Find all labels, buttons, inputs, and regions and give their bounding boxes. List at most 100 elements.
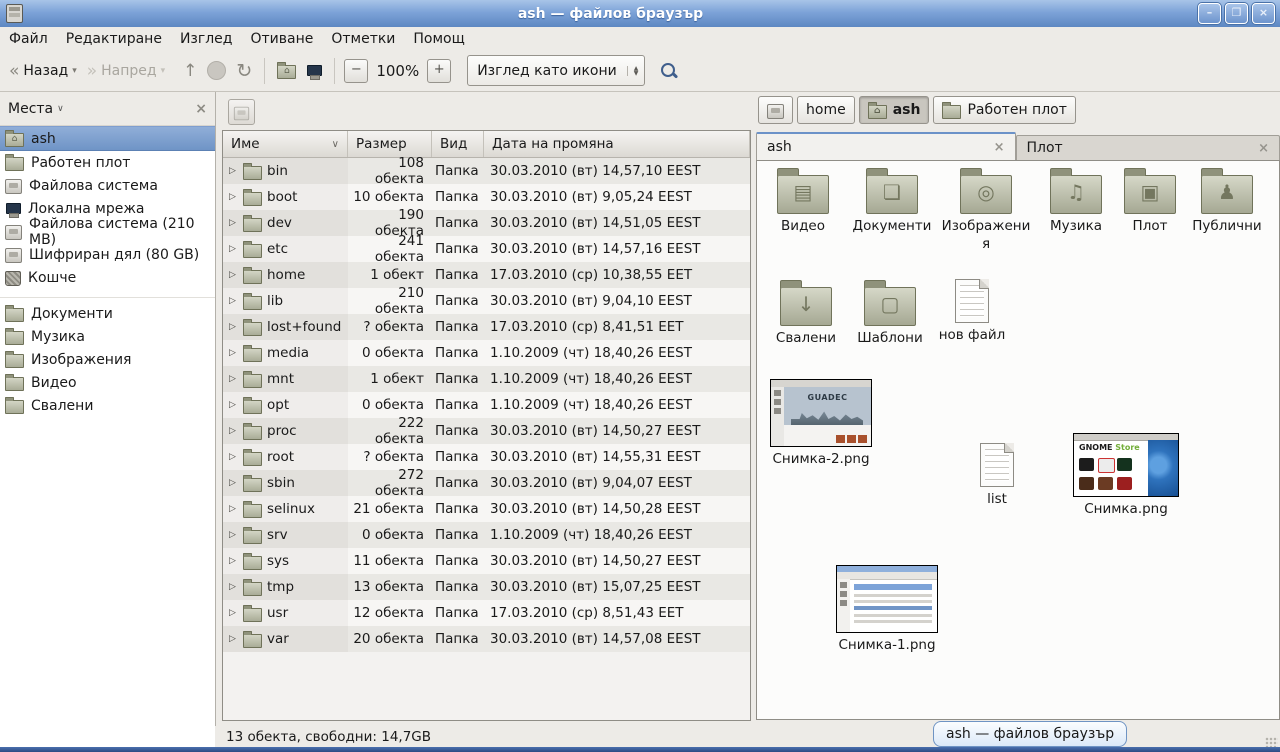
expander-icon[interactable]: ▷ <box>229 478 238 488</box>
table-row-mnt[interactable]: ▷mnt1 обектПапка1.10.2009 (чт) 18,40,26 … <box>223 366 750 392</box>
table-row-srv[interactable]: ▷srv0 обектаПапка1.10.2009 (чт) 18,40,26… <box>223 522 750 548</box>
sidebar-item-Кошче[interactable]: Кошче <box>0 266 215 289</box>
expander-icon[interactable]: ▷ <box>229 556 238 566</box>
icon-item-Документи[interactable]: ❏Документи <box>849 167 935 235</box>
table-row-tmp[interactable]: ▷tmp13 обектаПапка30.03.2010 (вт) 15,07,… <box>223 574 750 600</box>
icon-item-Снимка.png[interactable]: GNOME StoreСнимка.png <box>1071 433 1181 518</box>
view-mode-select[interactable]: Изглед като икони ▲▼ <box>467 55 645 86</box>
sidebar-header[interactable]: Места ∨ × <box>0 92 215 126</box>
column-header-Дата на промяна[interactable]: Дата на промяна <box>484 131 750 157</box>
computer-button[interactable] <box>301 59 327 82</box>
icon-item-нов файл[interactable]: нов файл <box>933 279 1011 344</box>
table-row-etc[interactable]: ▷etc241 обектаПапка30.03.2010 (вт) 14,57… <box>223 236 750 262</box>
column-header-Вид[interactable]: Вид <box>432 131 484 157</box>
expander-icon[interactable]: ▷ <box>229 270 238 280</box>
icon-item-Публични[interactable]: ♟Публични <box>1185 167 1269 235</box>
table-row-lost+found[interactable]: ▷lost+found? обектаПапка17.03.2010 (ср) … <box>223 314 750 340</box>
column-header-Име[interactable]: Име∨ <box>223 131 348 157</box>
expander-icon[interactable]: ▷ <box>229 426 238 436</box>
up-button[interactable]: ↑ <box>178 60 202 82</box>
tab-close-icon[interactable]: × <box>1248 141 1269 156</box>
icon-view[interactable]: ▤Видео❏Документи◎Изображения♫Музика▣Плот… <box>756 160 1280 720</box>
table-row-lib[interactable]: ▷lib210 обектаПапка30.03.2010 (вт) 9,04,… <box>223 288 750 314</box>
root-location-button[interactable] <box>228 99 255 125</box>
table-row-dev[interactable]: ▷dev190 обектаПапка30.03.2010 (вт) 14,51… <box>223 210 750 236</box>
expander-icon[interactable]: ▷ <box>229 634 238 644</box>
forward-button[interactable]: » Напред ▾ <box>82 59 170 83</box>
icon-item-list[interactable]: list <box>961 443 1033 508</box>
expander-icon[interactable]: ▷ <box>229 192 238 202</box>
menu-item-Отметки[interactable]: Отметки <box>322 29 404 49</box>
close-button[interactable]: × <box>1252 3 1275 24</box>
tab-close-icon[interactable]: × <box>984 140 1005 155</box>
expander-icon[interactable]: ▷ <box>229 322 238 332</box>
tab-ash[interactable]: ash× <box>756 132 1016 160</box>
sidebar-item-Документи[interactable]: Документи <box>0 302 215 325</box>
icon-item-Музика[interactable]: ♫Музика <box>1037 167 1115 235</box>
titlebar[interactable]: ash — файлов браузър – ❐ × <box>0 0 1280 28</box>
breadcrumb-root[interactable] <box>758 96 793 124</box>
table-row-media[interactable]: ▷media0 обектаПапка1.10.2009 (чт) 18,40,… <box>223 340 750 366</box>
column-header-Размер[interactable]: Размер <box>348 131 432 157</box>
breadcrumb-ash[interactable]: ⌂ash <box>859 96 930 124</box>
table-row-usr[interactable]: ▷usr12 обектаПапка17.03.2010 (ср) 8,51,4… <box>223 600 750 626</box>
breadcrumb-home[interactable]: home <box>797 96 855 124</box>
menu-item-Помощ[interactable]: Помощ <box>404 29 473 49</box>
expander-icon[interactable]: ▷ <box>229 166 238 176</box>
table-row-home[interactable]: ▷home1 обектПапка17.03.2010 (ср) 10,38,5… <box>223 262 750 288</box>
maximize-button[interactable]: ❐ <box>1225 3 1248 24</box>
table-row-sbin[interactable]: ▷sbin272 обектаПапка30.03.2010 (вт) 9,04… <box>223 470 750 496</box>
reload-button[interactable]: ↻ <box>231 60 257 82</box>
expander-icon[interactable]: ▷ <box>229 400 238 410</box>
tab-Плот[interactable]: Плот× <box>1016 135 1280 160</box>
stop-button[interactable] <box>202 57 231 84</box>
icon-item-Шаблони[interactable]: ▢Шаблони <box>851 279 929 347</box>
icon-item-Видео[interactable]: ▤Видео <box>763 167 843 235</box>
icon-item-Свалени[interactable]: ↓Свалени <box>767 279 845 347</box>
table-row-proc[interactable]: ▷proc222 обектаПапка30.03.2010 (вт) 14,5… <box>223 418 750 444</box>
sidebar-item-Файлова система[interactable]: Файлова система <box>0 174 215 197</box>
expander-icon[interactable]: ▷ <box>229 218 238 228</box>
icon-item-Изображения[interactable]: ◎Изображения <box>941 167 1031 253</box>
zoom-in-button[interactable]: + <box>427 59 451 83</box>
expander-icon[interactable]: ▷ <box>229 608 238 618</box>
menu-item-Изглед[interactable]: Изглед <box>171 29 242 49</box>
expander-icon[interactable]: ▷ <box>229 530 238 540</box>
table-row-sys[interactable]: ▷sys11 обектаПапка30.03.2010 (вт) 14,50,… <box>223 548 750 574</box>
icon-item-Снимка-1.png[interactable]: Снимка-1.png <box>831 565 943 654</box>
table-row-root[interactable]: ▷root? обектаПапка30.03.2010 (вт) 14,55,… <box>223 444 750 470</box>
sidebar-item-Свалени[interactable]: Свалени <box>0 394 215 417</box>
menu-item-Редактиране[interactable]: Редактиране <box>57 29 171 49</box>
expander-icon[interactable]: ▷ <box>229 348 238 358</box>
expander-icon[interactable]: ▷ <box>229 452 238 462</box>
sidebar-item-ash[interactable]: ⌂ash <box>0 126 215 151</box>
expander-icon[interactable]: ▷ <box>229 582 238 592</box>
zoom-out-button[interactable]: − <box>344 59 368 83</box>
expander-icon[interactable]: ▷ <box>229 244 238 254</box>
search-icon[interactable] <box>661 63 676 78</box>
sidebar-item-Изображения[interactable]: Изображения <box>0 348 215 371</box>
table-row-opt[interactable]: ▷opt0 обектаПапка1.10.2009 (чт) 18,40,26… <box>223 392 750 418</box>
expander-icon[interactable]: ▷ <box>229 504 238 514</box>
icon-item-Плот[interactable]: ▣Плот <box>1119 167 1181 235</box>
back-history-chevron-icon[interactable]: ▾ <box>72 66 77 76</box>
expander-icon[interactable]: ▷ <box>229 296 238 306</box>
table-row-boot[interactable]: ▷boot10 обектаПапка30.03.2010 (вт) 9,05,… <box>223 184 750 210</box>
minimize-button[interactable]: – <box>1198 3 1221 24</box>
sidebar-item-Работен плот[interactable]: Работен плот <box>0 151 215 174</box>
table-row-bin[interactable]: ▷bin108 обектаПапка30.03.2010 (вт) 14,57… <box>223 158 750 184</box>
home-button[interactable]: ⌂ <box>272 58 301 83</box>
sidebar-close-icon[interactable]: × <box>195 101 207 117</box>
table-row-var[interactable]: ▷var20 обектаПапка30.03.2010 (вт) 14,57,… <box>223 626 750 652</box>
back-button[interactable]: « Назад ▾ <box>4 59 82 83</box>
icon-item-Снимка-2.png[interactable]: GUADECСнимка-2.png <box>767 379 875 468</box>
expander-icon[interactable]: ▷ <box>229 374 238 384</box>
menu-item-Отиване[interactable]: Отиване <box>241 29 322 49</box>
sidebar-item-Музика[interactable]: Музика <box>0 325 215 348</box>
table-row-selinux[interactable]: ▷selinux21 обектаПапка30.03.2010 (вт) 14… <box>223 496 750 522</box>
sidebar-item-Шифриран дял (80 GB)[interactable]: Шифриран дял (80 GB) <box>0 243 215 266</box>
sidebar-item-Файлова система (210 MB)[interactable]: Файлова система (210 MB) <box>0 220 215 243</box>
sidebar-item-Видео[interactable]: Видео <box>0 371 215 394</box>
menu-item-Файл[interactable]: Файл <box>0 29 57 49</box>
breadcrumb-Работен плот[interactable]: Работен плот <box>933 96 1075 124</box>
